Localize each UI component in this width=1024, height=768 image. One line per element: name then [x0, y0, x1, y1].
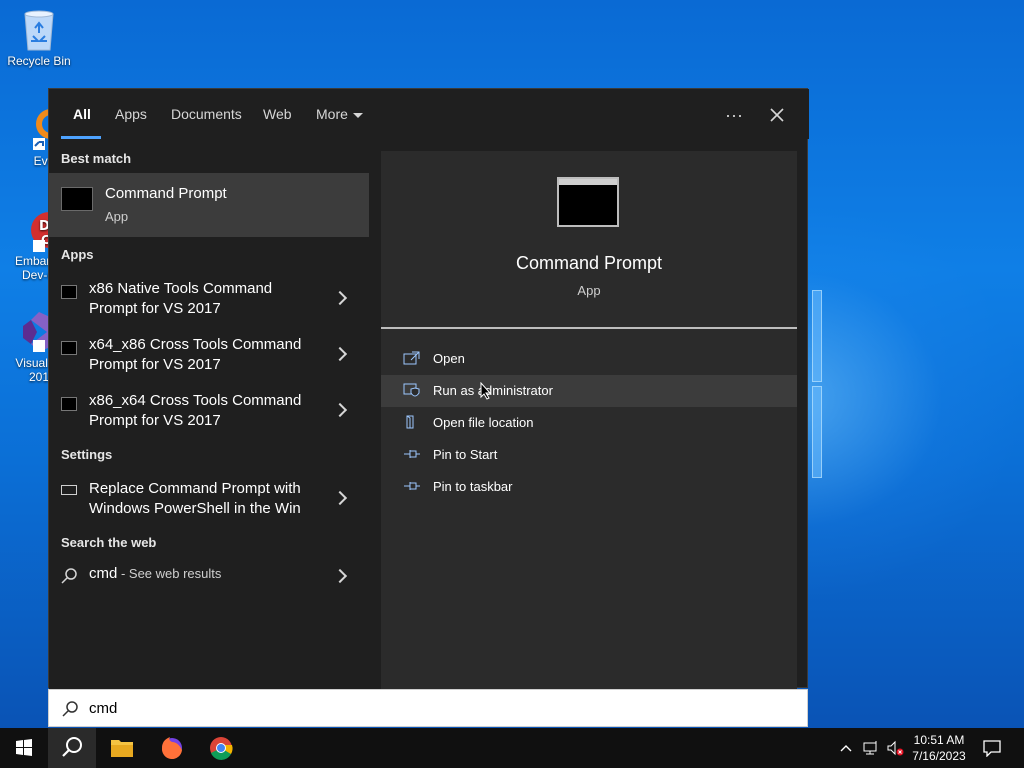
- action-run-as-administrator[interactable]: Run as administrator: [381, 375, 797, 407]
- results-column: Best match Command Prompt App Apps x86 N…: [49, 139, 381, 689]
- windows-logo-icon: [16, 739, 32, 756]
- preview-subtitle: App: [577, 283, 601, 298]
- app-result[interactable]: x86 Native Tools Command Prompt for VS 2…: [49, 279, 369, 331]
- best-match-command-prompt[interactable]: Command Prompt App: [49, 173, 369, 237]
- network-icon[interactable]: [862, 739, 880, 757]
- tray-clock[interactable]: 10:51 AM 7/16/2023: [906, 732, 972, 764]
- desktop-icon-label: Recycle Bin: [7, 54, 71, 68]
- app-result[interactable]: x86_x64 Cross Tools Command Prompt for V…: [49, 391, 369, 443]
- web-query: cmd: [89, 565, 118, 582]
- windows-logo-pane-top: [812, 290, 822, 382]
- chevron-right-icon[interactable]: [332, 290, 348, 306]
- command-prompt-large-icon: [557, 177, 619, 227]
- tray-overflow-icon[interactable]: [838, 740, 854, 756]
- taskbar-search-button[interactable]: [48, 728, 96, 768]
- file-location-icon: [403, 415, 421, 429]
- section-header-search-web: Search the web: [61, 535, 157, 550]
- clock-date: 7/16/2023: [912, 749, 966, 763]
- start-search-panel: All Apps Documents Web More ··· Best mat…: [48, 88, 809, 689]
- folder-icon: [111, 740, 133, 757]
- search-input-box[interactable]: cmd: [48, 689, 808, 727]
- search-icon: [61, 700, 79, 718]
- command-prompt-icon: [61, 187, 93, 211]
- clock-time: 10:51 AM: [913, 733, 965, 747]
- section-header-best-match: Best match: [61, 151, 132, 166]
- tab-apps[interactable]: Apps: [115, 106, 147, 139]
- pin-icon: [403, 479, 421, 493]
- desktop-icon-recycle-bin[interactable]: Recycle Bin: [0, 6, 78, 68]
- notification-icon[interactable]: [982, 739, 1002, 758]
- firefox-icon: [161, 737, 182, 760]
- taskbar-chrome[interactable]: [197, 728, 245, 768]
- windows-logo-pane-bottom: [812, 386, 822, 478]
- section-header-settings: Settings: [61, 447, 113, 462]
- section-header-apps: Apps: [61, 247, 94, 262]
- chrome-icon: [210, 737, 233, 760]
- action-open[interactable]: Open: [381, 343, 797, 375]
- preview-title: Command Prompt: [515, 253, 663, 273]
- command-prompt-icon: [61, 285, 77, 299]
- action-label: Open: [433, 351, 465, 366]
- tab-more[interactable]: More: [316, 106, 363, 139]
- chevron-right-icon[interactable]: [332, 402, 348, 418]
- best-match-title: Command Prompt: [105, 185, 227, 202]
- tab-web[interactable]: Web: [263, 106, 292, 139]
- search-tabs: All Apps Documents Web More ···: [49, 89, 809, 139]
- titlebar-shape: [559, 179, 617, 185]
- chevron-down-icon: [352, 112, 363, 118]
- chevron-right-icon[interactable]: [332, 568, 348, 584]
- app-result-label: x86_x64 Cross Tools Command Prompt for V…: [89, 392, 302, 429]
- tab-more-label: More: [316, 106, 348, 122]
- settings-result[interactable]: Replace Command Prompt with Windows Powe…: [49, 479, 369, 531]
- preview-pane: Command Prompt App Open Run as administr…: [381, 151, 797, 689]
- action-label: Pin to taskbar: [433, 479, 513, 494]
- action-label: Pin to Start: [433, 447, 498, 462]
- ellipsis-icon[interactable]: ···: [719, 103, 749, 127]
- close-icon[interactable]: [762, 103, 792, 127]
- search-icon: [62, 737, 82, 757]
- volume-muted-icon[interactable]: [886, 739, 904, 757]
- shield-icon: [403, 383, 421, 397]
- open-icon: [403, 351, 421, 365]
- taskbar-firefox[interactable]: [148, 728, 196, 768]
- action-open-file-location[interactable]: Open file location: [381, 407, 797, 439]
- settings-result-label: Replace Command Prompt with Windows Powe…: [89, 480, 301, 517]
- chevron-right-icon[interactable]: [332, 490, 348, 506]
- action-pin-to-start[interactable]: Pin to Start: [381, 439, 797, 471]
- action-pin-to-taskbar[interactable]: Pin to taskbar: [381, 471, 797, 503]
- mouse-cursor: [480, 381, 492, 400]
- app-result[interactable]: x64_x86 Cross Tools Command Prompt for V…: [49, 335, 369, 387]
- preview-divider: [381, 327, 797, 329]
- action-label: Run as administrator: [433, 383, 553, 398]
- command-prompt-icon: [61, 397, 77, 411]
- search-input[interactable]: cmd: [89, 700, 117, 717]
- web-result[interactable]: cmd - See web results: [49, 565, 369, 595]
- web-result-text: cmd - See web results: [89, 565, 221, 583]
- search-icon: [61, 567, 79, 590]
- command-prompt-icon: [61, 341, 77, 355]
- chevron-right-icon[interactable]: [332, 346, 348, 362]
- web-suffix: - See web results: [117, 566, 222, 581]
- pin-icon: [403, 447, 421, 461]
- best-match-subtitle: App: [105, 209, 129, 224]
- tab-all[interactable]: All: [73, 106, 91, 139]
- settings-monitor-icon: [61, 485, 77, 495]
- app-result-label: x64_x86 Cross Tools Command Prompt for V…: [89, 336, 302, 373]
- action-label: Open file location: [433, 415, 534, 430]
- tab-documents[interactable]: Documents: [171, 106, 242, 139]
- app-result-label: x86 Native Tools Command Prompt for VS 2…: [89, 280, 273, 317]
- taskbar: 10:51 AM 7/16/2023: [0, 728, 1024, 768]
- taskbar-file-explorer[interactable]: [98, 728, 146, 768]
- start-button[interactable]: [0, 728, 48, 768]
- recycle-bin-icon: [17, 6, 61, 51]
